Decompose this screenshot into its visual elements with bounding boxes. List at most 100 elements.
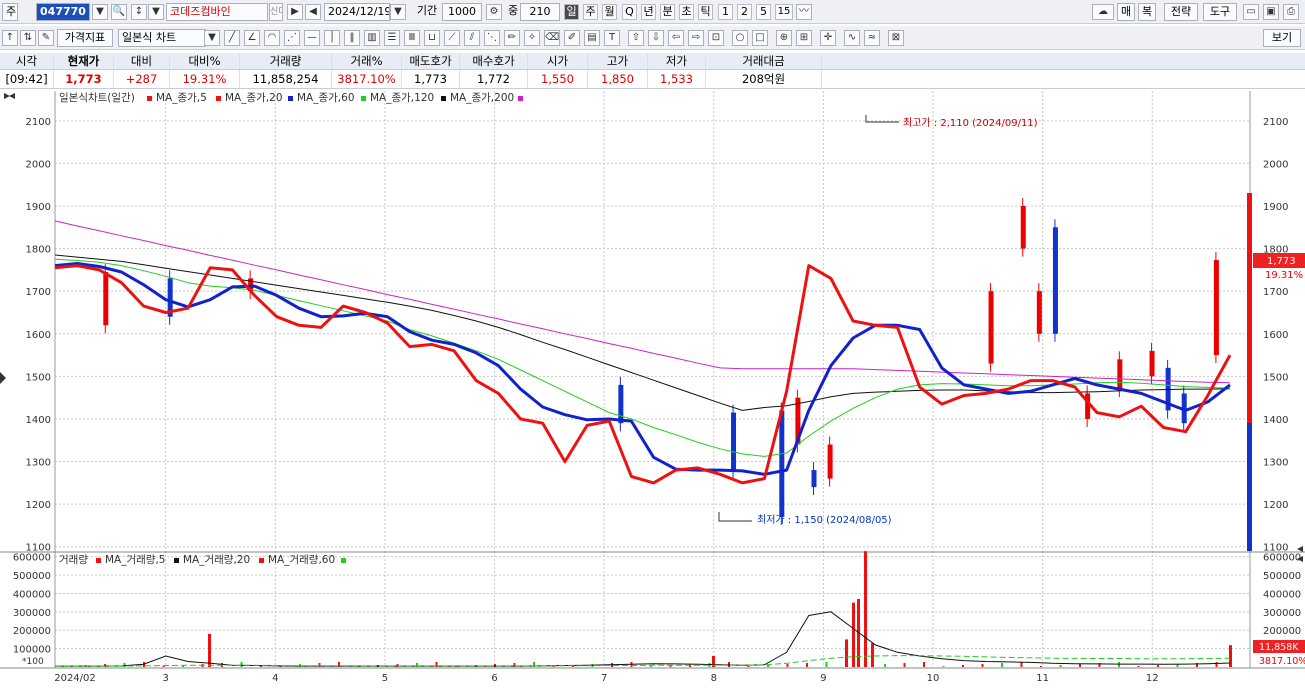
legend-ma120: MA_종가,120 — [370, 92, 434, 104]
arrow-left-icon[interactable]: ⇦ — [668, 30, 684, 46]
volume-pct: 3817.10% — [332, 70, 402, 88]
bid-price: 1,772 — [460, 70, 528, 88]
volume-pct-tag: 3817.10% — [1259, 656, 1305, 667]
period-second-button[interactable]: 초 — [679, 4, 694, 20]
arrow-down-icon[interactable]: ⇩ — [648, 30, 664, 46]
stock-code-input[interactable]: 047770 — [36, 3, 90, 21]
pencil-icon[interactable]: ✏ — [504, 30, 520, 46]
view-button[interactable]: 보기 — [1263, 29, 1301, 47]
up-arrow-icon[interactable]: ↑ — [2, 30, 18, 46]
strategy-button[interactable]: 전략 — [1164, 3, 1198, 21]
volume-bar-small — [981, 664, 984, 667]
y-tick-label: 1200 — [26, 500, 51, 511]
price-label-icon[interactable]: ⊡ — [708, 30, 724, 46]
period-15-button[interactable]: 15 — [775, 4, 793, 20]
code-dropdown-icon[interactable]: ▼ — [92, 4, 108, 20]
folder-icon[interactable]: ▭ — [1243, 4, 1259, 20]
marker-icon[interactable]: ✧ — [524, 30, 540, 46]
legend-ma60: MA_종가,60 — [297, 92, 355, 104]
volume-bar-small — [864, 665, 867, 667]
delete-icon[interactable]: ⊠ — [888, 30, 904, 46]
regression-icon[interactable]: ⟋ — [444, 30, 460, 46]
save-icon[interactable]: ▣ — [1263, 4, 1279, 20]
angle-icon[interactable]: ∠ — [244, 30, 260, 46]
volume-bar-small — [806, 663, 808, 667]
period-month-button[interactable]: 월 — [602, 4, 617, 20]
fibo-time-icon[interactable]: Ⅲ — [404, 30, 420, 46]
legend-vol-ma60: MA_거래량,60 — [268, 554, 335, 566]
horizontal-line-icon[interactable]: — — [304, 30, 320, 46]
buy-sell-button[interactable]: 매 — [1117, 3, 1135, 21]
print-icon[interactable]: ⎙ — [1283, 4, 1299, 20]
edit-icon[interactable]: ✎ — [38, 30, 54, 46]
parallel-icon[interactable]: ⫽ — [464, 30, 480, 46]
period-minute-button[interactable]: 분 — [660, 4, 675, 20]
andrews-icon[interactable]: ⋱ — [484, 30, 500, 46]
y-tick-label-right: 1500 — [1263, 372, 1288, 383]
channel-icon[interactable]: ⊔ — [424, 30, 440, 46]
eraser-icon[interactable]: ⌫ — [544, 30, 560, 46]
trendline-icon[interactable]: ╱ — [224, 30, 240, 46]
sort-icon[interactable]: ↕ — [131, 4, 147, 20]
prev-icon[interactable]: ◀ — [305, 4, 321, 20]
settings-icon[interactable]: ⚙ — [486, 4, 502, 20]
highlight-icon[interactable]: ✐ — [564, 30, 580, 46]
crosshair-icon[interactable]: ✛ — [820, 30, 836, 46]
main-toolbar: 주 047770 ▼ 🔍 ↕ ▼ 코데즈컴바인 신대40 ▶ ◀ 2024/12… — [0, 0, 1305, 24]
zoom-area-icon[interactable]: ⊞ — [796, 30, 812, 46]
period-2-button[interactable]: 2 — [737, 4, 752, 20]
y-tick-label: 1800 — [26, 245, 51, 256]
arrow-right-icon[interactable]: ⇨ — [688, 30, 704, 46]
fan-icon[interactable]: ⋰ — [284, 30, 300, 46]
text-icon[interactable]: T — [604, 30, 620, 46]
x-tick-label: 4 — [272, 673, 278, 684]
date-input[interactable]: 2024/12/19 — [324, 3, 390, 21]
candle-up — [1085, 393, 1091, 419]
period-1-button[interactable]: 1 — [718, 4, 733, 20]
order-icon[interactable]: ⇅ — [20, 30, 36, 46]
arc-icon[interactable]: ◠ — [264, 30, 280, 46]
note-icon[interactable]: ▤ — [584, 30, 600, 46]
next-icon[interactable]: ▶ — [287, 4, 303, 20]
chart-type-dropdown-icon[interactable]: ▼ — [204, 30, 220, 46]
vertical-line-icon[interactable]: │ — [324, 30, 340, 46]
price-chart[interactable]: 1100 11001200 12001300 13001400 14001500 1500… — [0, 90, 1305, 685]
fibonacci-icon[interactable]: ☰ — [384, 30, 400, 46]
sort-dropdown-icon[interactable]: ▼ — [148, 4, 164, 20]
period-day-button[interactable]: 일 — [564, 4, 579, 20]
candle-up — [988, 291, 994, 364]
multi-indicator-icon[interactable]: ≈ — [864, 30, 880, 46]
chart-area[interactable]: 1100 1100 1200 1200 1300 1300 1400 1400 1500 1500… — [0, 90, 1305, 685]
period-year-button[interactable]: 년 — [641, 4, 656, 20]
search-icon[interactable]: 🔍 — [111, 4, 127, 20]
chart-type-select[interactable]: 일본식 차트 — [118, 29, 206, 47]
mid-input[interactable]: 210 — [520, 3, 560, 21]
volume-bar-small — [903, 663, 906, 667]
volume-bar-small — [767, 665, 769, 667]
cycle-icon[interactable]: ‖ — [344, 30, 360, 46]
period-week-button[interactable]: 주 — [583, 4, 598, 20]
circle-icon[interactable]: ○ — [732, 30, 748, 46]
x-tick-label: 5 — [382, 673, 388, 684]
date-dropdown-icon[interactable]: ▼ — [390, 4, 406, 20]
quote-header: 거래% — [332, 53, 402, 69]
grid-lines-icon[interactable]: ▥ — [364, 30, 380, 46]
period-5-button[interactable]: 5 — [756, 4, 771, 20]
zoom-icon[interactable]: ⊕ — [776, 30, 792, 46]
period-tick-button[interactable]: 틱 — [698, 4, 713, 20]
rectangle-icon[interactable]: □ — [752, 30, 768, 46]
y-tick-label: 1300 — [26, 458, 51, 469]
market-selector[interactable]: 주 — [2, 3, 18, 21]
legend-ma20: MA_종가,20 — [225, 92, 283, 104]
arrow-up-icon[interactable]: ⇧ — [628, 30, 644, 46]
period-quarter-button[interactable]: Q — [622, 4, 637, 20]
volume-bar — [208, 633, 211, 667]
cloud-icon[interactable]: ☁ — [1092, 4, 1114, 20]
indicator-icon[interactable]: ∿ — [844, 30, 860, 46]
copy-button[interactable]: 복 — [1138, 3, 1156, 21]
price-index-button[interactable]: 가격지표 — [57, 29, 113, 47]
candle-down — [811, 470, 817, 488]
tools-button[interactable]: 도구 — [1203, 3, 1237, 21]
wave-icon[interactable]: 〰 — [796, 4, 812, 20]
period-input[interactable]: 1000 — [442, 3, 482, 21]
